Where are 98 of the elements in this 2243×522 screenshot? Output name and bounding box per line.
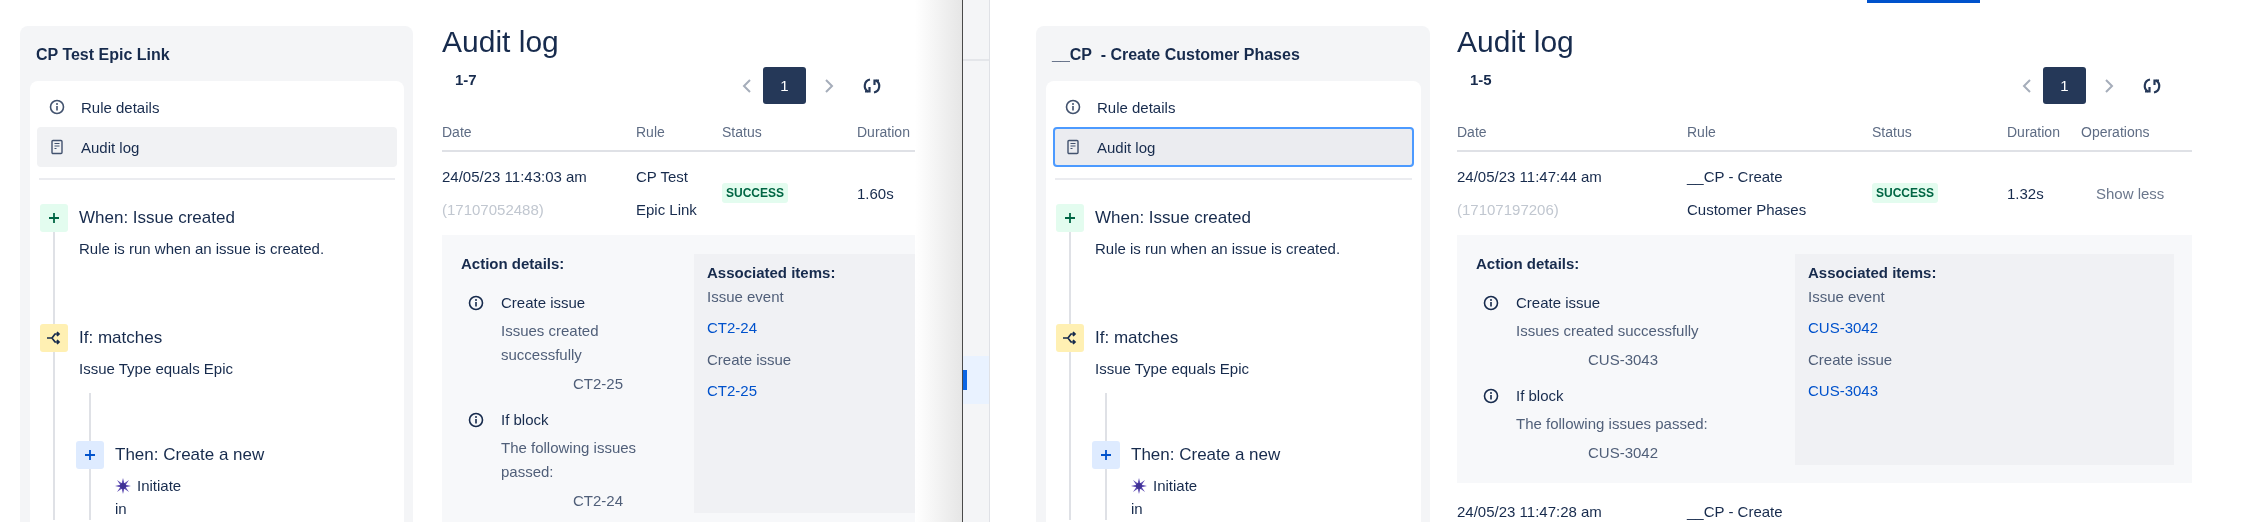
rule-name: __CP - Create Customer Phases <box>1687 167 1808 220</box>
issue-link[interactable]: CT2-25 <box>707 379 758 403</box>
sidebar-nav-item[interactable] <box>963 356 989 404</box>
action-title: Create issue <box>501 293 587 313</box>
action-message: The following issues passed: <box>501 438 638 482</box>
branch-icon <box>40 324 68 352</box>
connector-line <box>1105 393 1107 441</box>
info-icon <box>1065 99 1081 115</box>
page-title: Audit log <box>1457 24 1575 60</box>
issue-key: CUS-3042 <box>1516 441 1708 465</box>
connector-line <box>89 393 91 441</box>
date-text: 24/05/23 11:47:44 am <box>1457 167 1603 187</box>
issue-link[interactable]: CUS-3042 <box>1808 316 1879 340</box>
chevron-right-icon[interactable] <box>823 77 835 94</box>
item-label: Issue event <box>707 287 785 307</box>
section-heading: Action details: <box>1476 254 1581 274</box>
issue-type-label: Initiate <box>137 476 182 496</box>
step-description: Rule is run when an issue is created. <box>79 239 325 259</box>
issue-key: CT2-25 <box>501 372 654 396</box>
info-icon <box>1483 295 1499 311</box>
nav-item[interactable]: Rule details <box>1053 87 1414 127</box>
connector-line <box>89 469 91 520</box>
rule-name: CP Test Epic Link <box>636 167 698 220</box>
sparkle-icon <box>115 478 131 494</box>
section-heading: Associated items: <box>1808 263 1938 283</box>
item-label: Create issue <box>1808 350 1894 370</box>
result-range: 1-7 <box>455 70 477 89</box>
plus-icon <box>1092 441 1120 469</box>
step-description: in <box>115 499 128 519</box>
show-less-link[interactable]: Show less <box>2096 184 2165 202</box>
nav-item[interactable]: Audit log <box>37 127 397 167</box>
issue-key: CT2-24 <box>501 489 654 513</box>
page-button[interactable]: 1 <box>2043 67 2086 104</box>
status-badge: SUCCESS <box>722 183 788 203</box>
section-heading: Action details: <box>461 254 566 274</box>
chevron-right-icon[interactable] <box>2103 77 2115 94</box>
column-header: Status <box>722 104 857 152</box>
action-message: The following issues passed: <box>1516 414 1708 434</box>
nav-item[interactable]: Audit log <box>1053 127 1414 167</box>
date-text: 24/05/23 11:47:28 am <box>1457 502 1603 522</box>
action-message: Issues created successfully <box>501 321 600 365</box>
issue-type-label: Initiate <box>1153 476 1198 496</box>
action-title: If block <box>1516 386 1565 406</box>
step-description: in <box>1131 499 1144 519</box>
step-description: Issue Type equals Epic <box>1095 359 1250 379</box>
action-title: Create issue <box>1516 293 1602 313</box>
chevron-left-icon[interactable] <box>741 77 753 94</box>
plus-icon <box>76 441 104 469</box>
duration-text: 1.32s <box>2007 184 2045 202</box>
info-icon <box>468 295 484 311</box>
document-icon <box>1065 139 1081 155</box>
step-title: If: matches <box>79 327 164 349</box>
rule-title: CP Test Epic Link <box>35 45 171 65</box>
issue-link[interactable]: CUS-3043 <box>1808 379 1879 403</box>
date-text: 24/05/23 11:43:03 am <box>442 167 588 187</box>
refresh-icon[interactable] <box>862 75 882 96</box>
step-title: When: Issue created <box>79 207 236 229</box>
refresh-icon[interactable] <box>2142 75 2162 96</box>
execution-id: (17107052488) <box>442 200 545 220</box>
info-icon <box>49 99 65 115</box>
chevron-left-icon[interactable] <box>2021 77 2033 94</box>
column-header: Status <box>1872 104 2007 152</box>
step-description: Rule is run when an issue is created. <box>1095 239 1341 259</box>
step-title: Then: Create a new <box>1131 444 1281 466</box>
section-heading: Associated items: <box>707 263 837 283</box>
column-header: Duration <box>2007 104 2081 152</box>
page-button[interactable]: 1 <box>763 67 806 104</box>
step-title: When: Issue created <box>1095 207 1252 229</box>
column-header: Rule <box>1687 104 1872 152</box>
rule-name: __CP - Create <box>1687 502 1784 522</box>
action-message: Issues created successfully <box>1516 321 1699 341</box>
plus-icon <box>1056 204 1084 232</box>
column-header: Date <box>442 104 636 152</box>
step-title: Then: Create a new <box>115 444 265 466</box>
action-title: If block <box>501 410 550 430</box>
item-label: Issue event <box>1808 287 1886 307</box>
item-label: Create issue <box>707 350 793 370</box>
column-header: Operations <box>2081 104 2192 152</box>
duration-text: 1.60s <box>857 184 895 202</box>
result-range: 1-5 <box>1470 70 1492 89</box>
step-description: Issue Type equals Epic <box>79 359 234 379</box>
document-icon <box>49 139 65 155</box>
page-title: Audit log <box>442 24 560 60</box>
sparkle-icon <box>1131 478 1147 494</box>
info-icon <box>468 412 484 428</box>
status-badge: SUCCESS <box>1872 183 1938 203</box>
connector-line <box>1105 469 1107 520</box>
rule-title: __CP - Create Customer Phases <box>1051 45 1301 65</box>
issue-key: CUS-3043 <box>1516 348 1699 372</box>
plus-icon <box>40 204 68 232</box>
column-header: Rule <box>636 104 722 152</box>
issue-link[interactable]: CT2-24 <box>707 316 758 340</box>
nav-item[interactable]: Rule details <box>37 87 397 127</box>
execution-id: (17107197206) <box>1457 200 1560 220</box>
branch-icon <box>1056 324 1084 352</box>
column-header: Date <box>1457 104 1687 152</box>
step-title: If: matches <box>1095 327 1180 349</box>
info-icon <box>1483 388 1499 404</box>
